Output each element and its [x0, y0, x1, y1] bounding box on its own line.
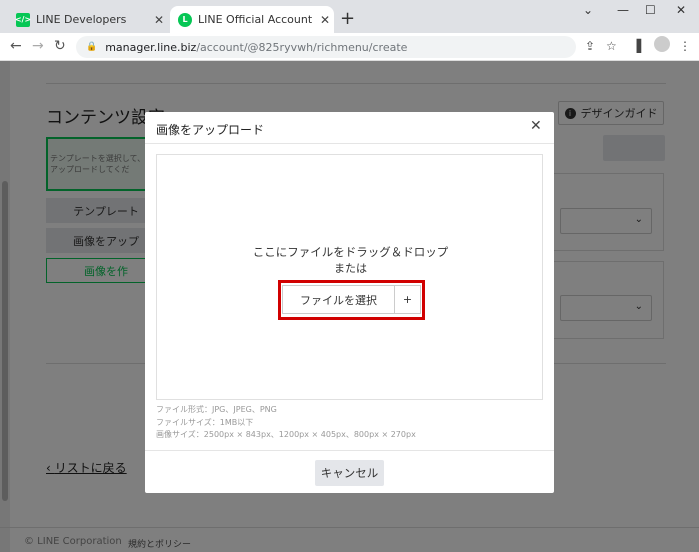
profile-avatar[interactable]: [654, 36, 670, 52]
url-input[interactable]: 🔒 manager.line.biz/account/@825ryvwh/ric…: [76, 36, 576, 58]
maximize-icon[interactable]: ☐: [645, 3, 656, 17]
drop-instruction: ここにファイルをドラッグ＆ドロップ: [252, 245, 449, 259]
close-tab-icon[interactable]: ✕: [150, 13, 168, 27]
address-bar-row: ← → ↻ 🔒 manager.line.biz/account/@825ryv…: [0, 33, 699, 61]
line-developers-favicon-icon: </>: [15, 12, 31, 27]
close-window-icon[interactable]: ✕: [676, 3, 686, 17]
note-format: ファイル形式：JPG、JPEG、PNG: [156, 405, 277, 414]
file-drop-zone[interactable]: ここにファイルをドラッグ＆ドロップ または ファイルを選択 +: [156, 154, 543, 400]
note-size: ファイルサイズ：1MB以下: [156, 417, 254, 427]
reload-icon[interactable]: ↻: [54, 38, 66, 54]
upload-requirements: ファイル形式：JPG、JPEG、PNG ファイルサイズ：1MB以下 画像サイズ：…: [156, 404, 416, 442]
share-icon[interactable]: ⇪: [585, 39, 595, 53]
lock-icon: 🔒: [86, 42, 98, 52]
browser-tab-bar: </> LINE Developers ✕ L LINE Official Ac…: [0, 0, 699, 33]
cancel-button[interactable]: キャンセル: [315, 460, 384, 486]
plus-icon[interactable]: +: [395, 285, 421, 314]
url-host: manager.line.biz: [105, 40, 197, 54]
plus-icon[interactable]: +: [340, 8, 355, 29]
chevron-down-icon[interactable]: ⌄: [583, 3, 593, 17]
close-tab-icon[interactable]: ✕: [316, 13, 334, 27]
forward-arrow-icon[interactable]: →: [32, 38, 44, 54]
close-icon[interactable]: ✕: [530, 118, 542, 134]
tab-title: LINE Official Account Manager: [198, 13, 316, 26]
line-oa-favicon-icon: L: [178, 12, 192, 27]
tab-line-oa-manager[interactable]: L LINE Official Account Manager ✕: [170, 6, 334, 33]
divider: [145, 450, 554, 451]
tab-line-developers[interactable]: </> LINE Developers ✕: [8, 6, 168, 33]
choose-file-label[interactable]: ファイルを選択: [282, 285, 395, 314]
bookmark-star-icon[interactable]: ☆: [606, 39, 617, 53]
tab-title: LINE Developers: [36, 13, 127, 26]
side-panel-icon[interactable]: ▐: [632, 39, 641, 53]
divider: [145, 143, 554, 144]
minimize-icon[interactable]: —: [617, 3, 629, 17]
modal-title: 画像をアップロード: [156, 123, 265, 137]
url-path: /account/@825ryvwh/richmenu/create: [196, 40, 408, 54]
back-arrow-icon[interactable]: ←: [10, 38, 22, 54]
note-dimensions: 画像サイズ：2500px × 843px、1200px × 405px、800p…: [156, 430, 416, 439]
upload-image-modal: 画像をアップロード ✕ ここにファイルをドラッグ＆ドロップ または ファイルを選…: [145, 112, 554, 493]
choose-file-button[interactable]: ファイルを選択 +: [282, 285, 421, 314]
kebab-menu-icon[interactable]: ⋮: [679, 39, 691, 53]
drop-or-text: または: [334, 262, 367, 275]
